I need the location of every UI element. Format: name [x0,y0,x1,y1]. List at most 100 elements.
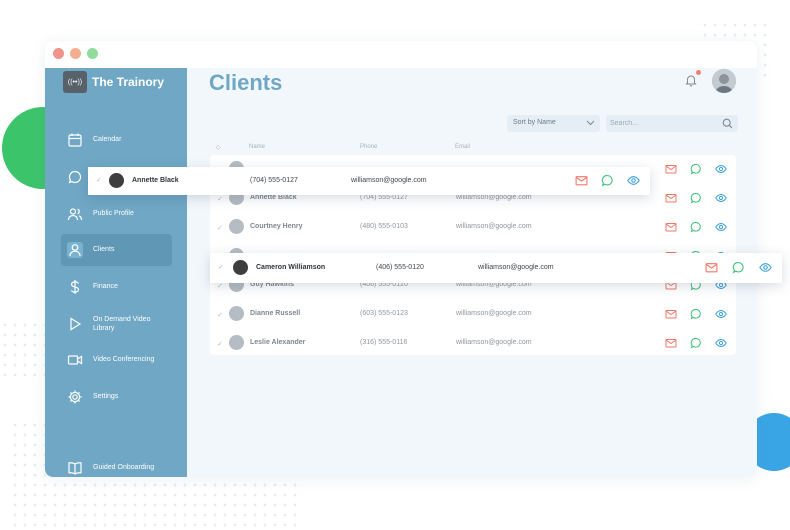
eye-icon[interactable] [715,337,727,349]
minimize-window-button[interactable] [70,48,81,59]
mail-icon[interactable] [705,261,718,274]
mail-icon[interactable] [665,163,677,175]
chevron-down-icon [586,120,595,126]
bell-icon[interactable] [684,73,698,87]
client-phone: (704) 555-0127 [250,177,298,184]
search-input[interactable] [610,116,716,130]
row-checkbox[interactable]: ✓ [96,176,102,184]
client-email: williamson@google.com [456,223,532,230]
mail-icon[interactable] [665,308,677,320]
avatar [229,306,244,321]
row-checkbox[interactable]: ✓ [218,263,224,271]
book-icon [68,462,82,475]
sidebar-item-label: Calendar [93,136,122,143]
eye-icon[interactable] [715,308,727,320]
sidebar-item-label: Public Profile [93,210,134,217]
sidebar-item-finance[interactable]: Finance [45,271,187,303]
floating-client-card[interactable]: ✓ Annette Black (704) 555-0127 williamso… [88,167,650,195]
mail-icon[interactable] [665,221,677,233]
client-phone: (406) 555-0120 [376,264,424,271]
avatar [233,260,248,275]
client-phone: (603) 555-0123 [360,310,408,317]
title-bar [45,41,757,68]
eye-icon[interactable] [715,163,727,175]
sidebar-item-calendar[interactable]: Calendar [45,124,187,156]
row-checkbox[interactable]: ✓ [217,340,223,348]
row-checkbox[interactable]: ✓ [217,282,223,290]
client-name: Dianne Russell [250,310,301,317]
avatar [109,173,124,188]
client-name: Leslie Alexander [250,339,306,346]
search-box [606,115,738,132]
video-camera-icon [67,355,83,365]
gear-icon [68,390,82,404]
chat-icon[interactable] [732,261,745,274]
sidebar-item-guided-onboarding[interactable]: Guided Onboarding [45,452,187,477]
avatar[interactable] [712,69,736,93]
row-checkbox[interactable]: ✓ [217,311,223,319]
client-email: williamson@google.com [456,339,532,346]
sidebar-item-label: Guided Onboarding [93,464,155,471]
sidebar-item-label: Settings [93,393,119,400]
search-icon[interactable] [722,118,733,129]
brand-logo: ((••)) [63,71,87,93]
eye-icon[interactable] [759,261,772,274]
chat-icon[interactable] [690,163,702,175]
column-header-name[interactable]: Name [249,144,265,150]
brand-name: The Trainory [92,75,165,89]
chat-icon[interactable] [690,337,702,349]
sort-label: Sort by Name [513,119,556,126]
chat-icon[interactable] [690,221,702,233]
user-icon [67,242,83,258]
sidebar-item-label: Video Conferencing [93,356,155,363]
sidebar-item-settings[interactable]: Settings [45,381,187,413]
table-row[interactable]: ✓ Courtney Henry (480) 555-0103 williams… [210,213,736,242]
notification-dot [696,70,701,75]
sort-select[interactable]: Sort by Name [507,115,600,132]
mail-icon[interactable] [665,337,677,349]
chat-icon[interactable] [690,308,702,320]
select-all-checkbox[interactable]: ◇ [216,144,221,151]
chat-bubble-icon [68,170,82,184]
eye-icon[interactable] [715,192,727,204]
sidebar: ((••)) The Trainory Calendar Public Prof… [45,68,187,477]
client-email: williamson@google.com [456,310,532,317]
sidebar-item-label: Clients [93,246,115,253]
mail-icon[interactable] [575,174,588,187]
client-phone: (316) 555-0116 [360,339,408,346]
users-icon [67,208,83,221]
column-header-phone[interactable]: Phone [360,144,377,150]
sidebar-item-label: On Demand Video Library [93,316,151,332]
table-row[interactable]: ✓ Dianne Russell (603) 555-0123 williams… [210,300,736,329]
column-header-email[interactable]: Email [455,144,470,150]
client-name: Annette Black [250,194,297,201]
dollar-icon [70,280,80,294]
sidebar-item-clients[interactable]: Clients [61,234,172,266]
brand[interactable]: ((••)) The Trainory [63,71,164,93]
floating-client-card[interactable]: ✓ Cameron Williamson (406) 555-0120 will… [210,253,782,283]
sidebar-item-label: Finance [93,283,118,290]
client-phone: (480) 555-0103 [360,223,408,230]
page-title: Clients [209,70,283,95]
table-row[interactable]: ✓ Leslie Alexander (316) 555-0116 willia… [210,329,736,358]
client-name: Annette Black [132,177,179,184]
client-email: williamson@google.com [456,194,532,201]
sidebar-item-video-conferencing[interactable]: Video Conferencing [45,344,187,376]
sidebar-item-video-library[interactable]: On Demand Video Library [45,308,187,340]
mail-icon[interactable] [665,192,677,204]
client-name: Courtney Henry [250,223,303,230]
maximize-window-button[interactable] [87,48,98,59]
avatar [229,219,244,234]
row-checkbox[interactable]: ✓ [217,195,223,203]
chat-icon[interactable] [690,192,702,204]
row-checkbox[interactable]: ✓ [217,224,223,232]
client-email: williamson@google.com [351,177,427,184]
chat-icon[interactable] [601,174,614,187]
client-phone: (704) 555-0127 [360,194,408,201]
close-window-button[interactable] [53,48,64,59]
eye-icon[interactable] [627,174,640,187]
sidebar-item-public-profile[interactable]: Public Profile [45,198,187,230]
eye-icon[interactable] [715,221,727,233]
dot-pattern-left [0,320,46,380]
client-email: williamson@google.com [478,264,554,271]
